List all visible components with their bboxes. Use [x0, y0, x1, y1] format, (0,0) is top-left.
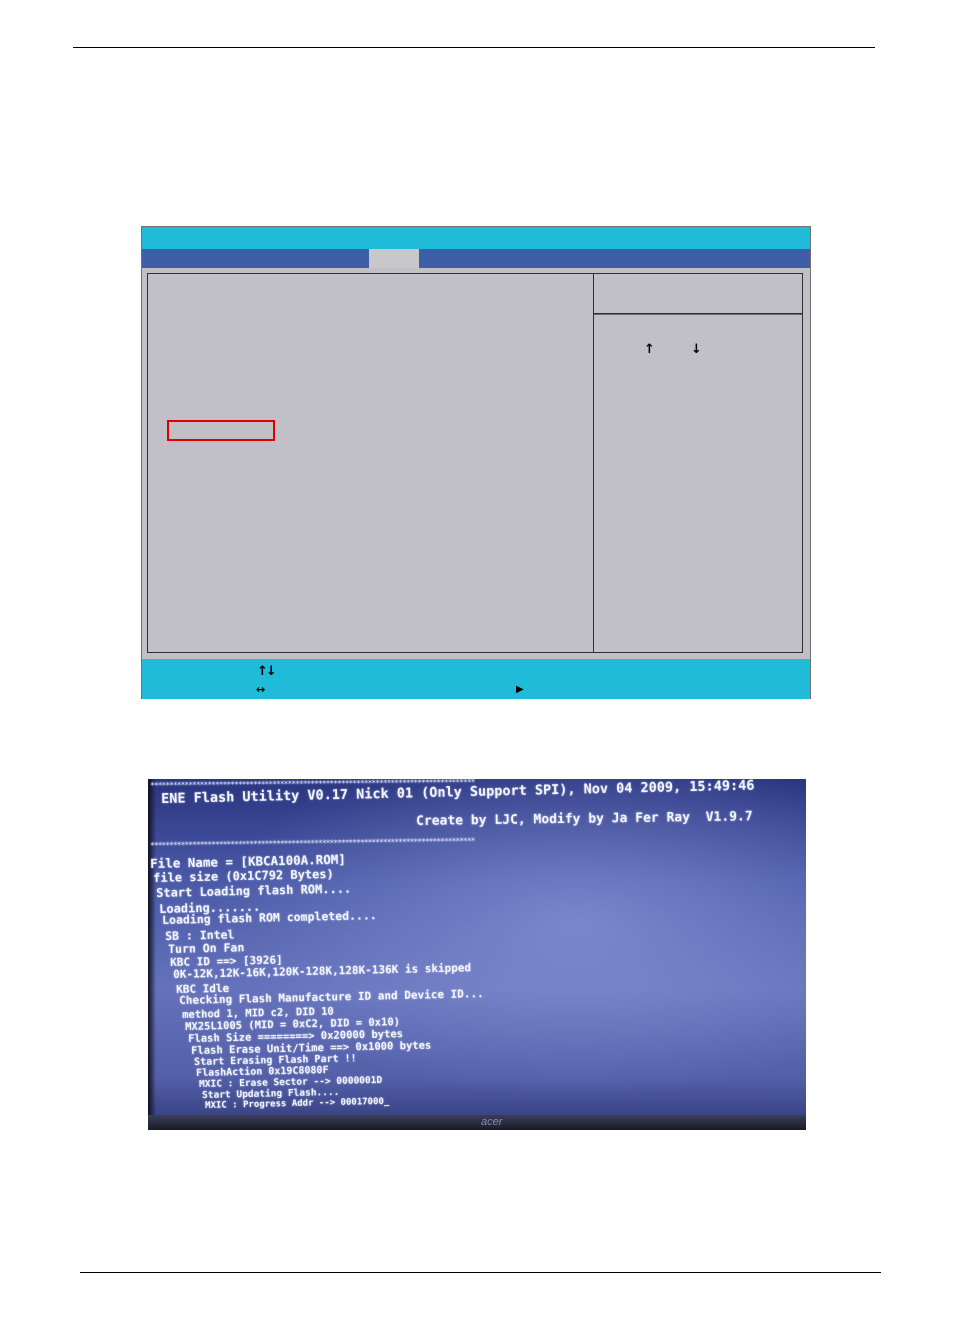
bios-main-panel [147, 273, 803, 653]
submenu-triangle-icon: ▶ [516, 684, 524, 695]
bios-selected-tab[interactable] [369, 249, 419, 268]
left-right-arrow-icon: ↔ [256, 683, 266, 696]
footer-rule [80, 1272, 881, 1273]
header-rule [73, 47, 875, 48]
up-arrow-icon: ↑ [644, 342, 655, 357]
flash-utility-photo: ****************************************… [148, 779, 806, 1130]
utility-credit: Create by LJC, Modify by Ja Fer Ray V1.9… [416, 809, 753, 829]
bios-highlighted-item[interactable] [167, 420, 275, 441]
bios-footer-bar: ↑↓ ↔ ▶ [142, 659, 810, 699]
bios-setup-screenshot: ↑ ↓ ↑↓ ↔ ▶ [141, 226, 811, 699]
monitor-bezel [148, 1115, 806, 1130]
bios-title-bar [142, 227, 810, 249]
acer-logo: acer [481, 1116, 503, 1128]
log-line: Start Loading flash ROM.... [156, 881, 352, 900]
banner-stars-bottom: ****************************************… [150, 836, 475, 850]
bios-help-header-divider-shadow [594, 314, 802, 315]
down-arrow-icon: ↓ [691, 342, 702, 357]
photo-dark-edge [148, 779, 156, 1130]
bios-help-divider [593, 273, 594, 653]
up-down-arrows-icon: ↑↓ [257, 664, 277, 679]
bios-menu-bar [142, 249, 810, 268]
